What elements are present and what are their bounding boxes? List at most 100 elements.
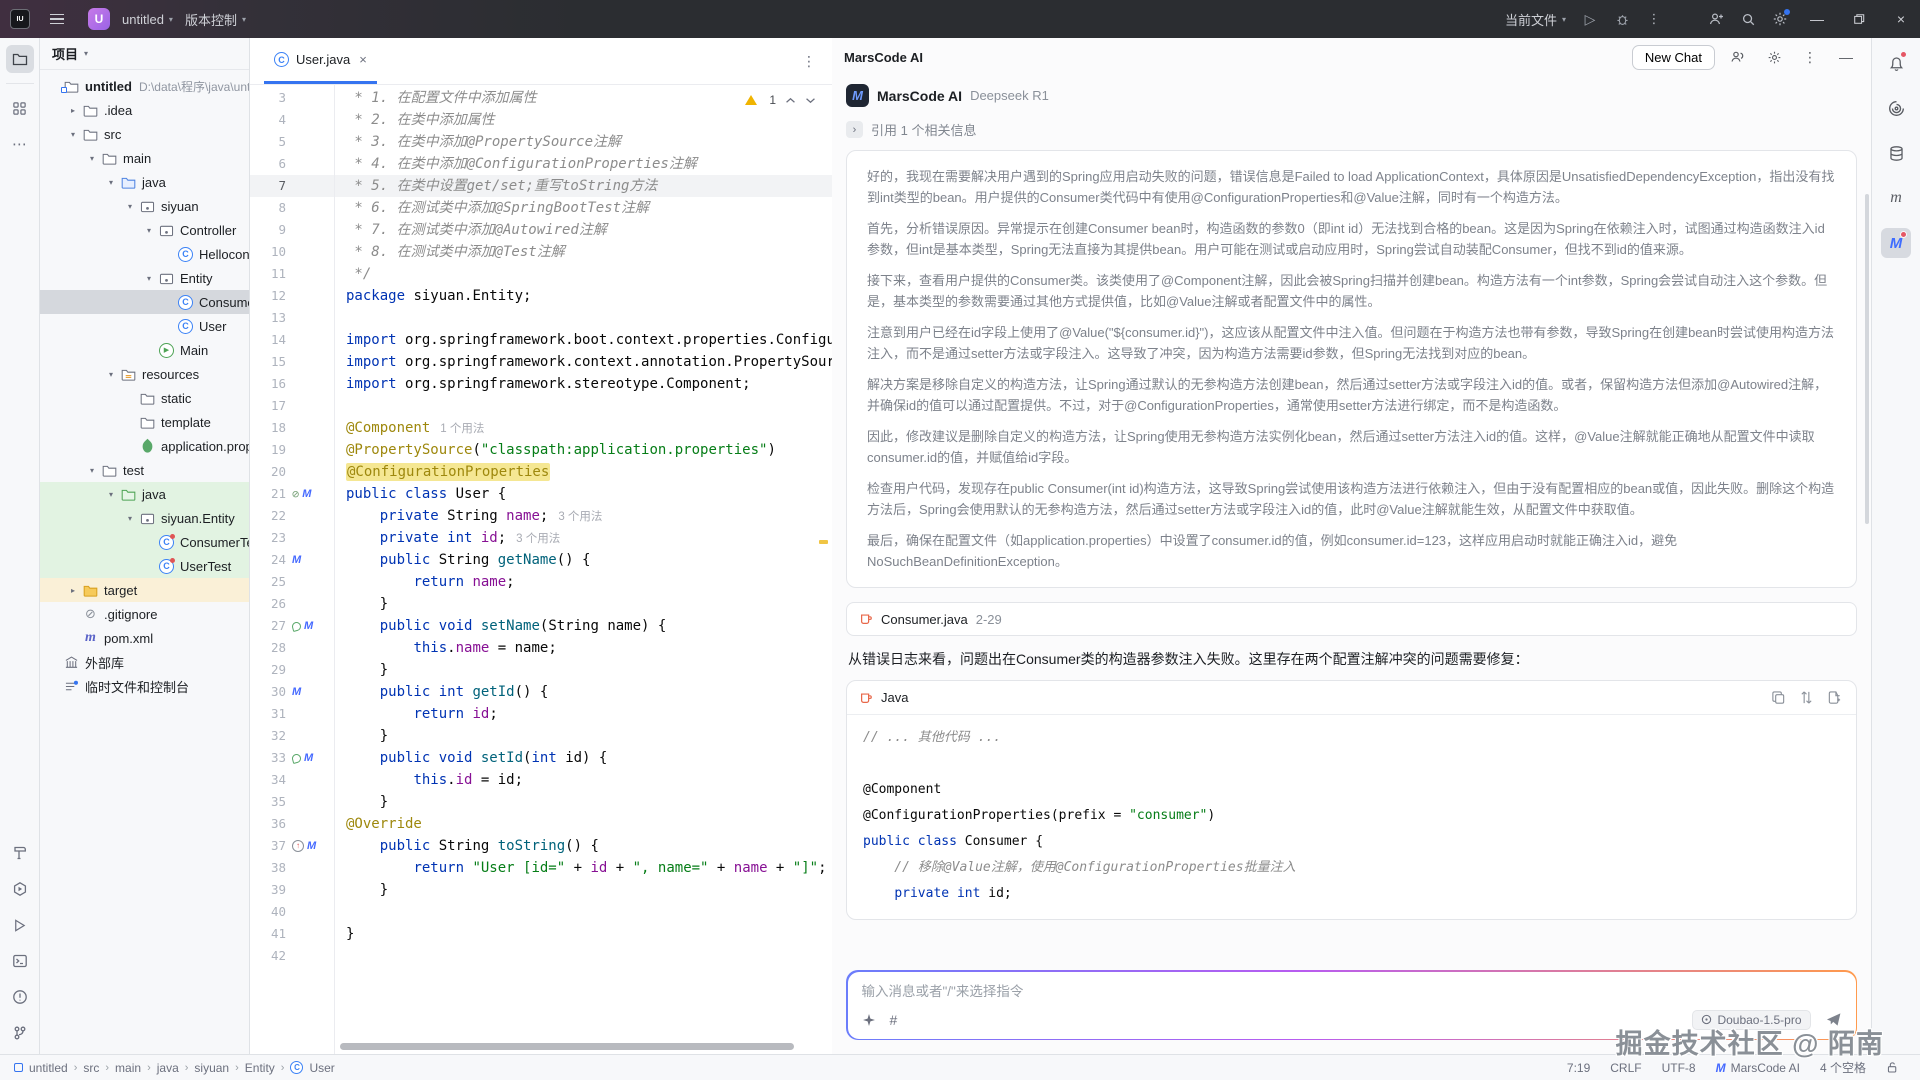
debug-button[interactable] (1608, 5, 1636, 33)
vcs-tool-icon[interactable] (6, 1019, 34, 1047)
file-encoding[interactable]: UTF-8 (1655, 1061, 1703, 1075)
search-icon[interactable] (1734, 5, 1762, 33)
maven-tool-icon[interactable]: m (1881, 183, 1911, 213)
marscode-gutter-icon[interactable]: M (307, 835, 316, 857)
tree-item-consumer-test[interactable]: CConsumerTest (40, 530, 249, 554)
tree-chevron-icon[interactable]: ▾ (103, 370, 119, 379)
tree-item-hellocontroller[interactable]: CHellocontroller (40, 242, 249, 266)
chat-history-icon[interactable] (1725, 44, 1751, 70)
tree-item-main[interactable]: ▾main (40, 146, 249, 170)
settings-gear-icon[interactable] (1766, 5, 1794, 33)
code-line[interactable]: 7 * 5. 在类中设置get/set;重写toString方法 (250, 175, 832, 197)
reference-toggle[interactable]: › 引用 1 个相关信息 (846, 120, 1857, 139)
code-editor[interactable]: 3 * 1. 在配置文件中添加属性4 * 2. 在类中添加属性5 * 3. 在类… (250, 85, 832, 1054)
structure-tool-icon[interactable] (6, 94, 34, 122)
tree-item-pom-xml[interactable]: mpom.xml (40, 626, 249, 650)
spring-bean-icon[interactable] (291, 752, 302, 763)
tree-chevron-icon[interactable]: ▾ (141, 274, 157, 283)
code-line[interactable]: 13 (250, 307, 832, 329)
tree-chevron-icon[interactable]: ▸ (65, 106, 81, 115)
tree-item-main-class[interactable]: ▶Main (40, 338, 249, 362)
tab-user-java[interactable]: C User.java × (264, 38, 377, 84)
project-widget[interactable]: U untitled ▾ (82, 4, 179, 34)
spring-bean-icon[interactable] (291, 620, 302, 631)
services-tool-icon[interactable] (6, 875, 34, 903)
file-reference-chip[interactable]: Consumer.java 2-29 (846, 602, 1857, 636)
code-line[interactable]: 38 return "User [id=" + id + ", name=" +… (250, 857, 832, 879)
run-config-selector[interactable]: 当前文件 ▾ (1499, 6, 1572, 33)
run-tool-icon[interactable] (6, 911, 34, 939)
tree-item-siyuan[interactable]: ▾siyuan (40, 194, 249, 218)
code-line[interactable]: 35 } (250, 791, 832, 813)
tree-chevron-icon[interactable]: ▾ (65, 130, 81, 139)
main-menu-button[interactable] (44, 6, 70, 32)
tree-item-template[interactable]: template (40, 410, 249, 434)
tree-item-user-test[interactable]: CUserTest (40, 554, 249, 578)
breadcrumb-item[interactable]: CUser (290, 1061, 334, 1075)
marscode-gutter-icon[interactable]: M (304, 615, 313, 637)
code-line[interactable]: 6 * 4. 在类中添加@ConfigurationProperties注解 (250, 153, 832, 175)
tree-item-target[interactable]: ▸target (40, 578, 249, 602)
breadcrumb-item[interactable]: java (157, 1061, 179, 1075)
code-with-me-button[interactable] (1702, 5, 1730, 33)
tree-item-external-libraries[interactable]: 外部库 (40, 650, 249, 674)
tree-item-controller[interactable]: ▾Controller (40, 218, 249, 242)
breadcrumb-item[interactable]: siyuan (194, 1061, 229, 1075)
code-block-body[interactable]: // ... 其他代码 ...@Component@ConfigurationP… (847, 715, 1856, 919)
code-line[interactable]: 36@Override (250, 813, 832, 835)
no-bean-icon[interactable]: ⊘ (292, 483, 299, 505)
tree-chevron-icon[interactable]: ▾ (122, 514, 138, 523)
tree-item-siyuan-entity[interactable]: ▾siyuan.Entity (40, 506, 249, 530)
more-tools-icon[interactable]: ⋯ (6, 130, 34, 158)
breadcrumb-item[interactable]: main (115, 1061, 141, 1075)
code-line[interactable]: 4 * 2. 在类中添加属性 (250, 109, 832, 131)
code-line[interactable]: 18@Component1 个用法 (250, 417, 832, 439)
ai-assistant-icon[interactable] (1881, 93, 1911, 123)
lock-icon[interactable] (1879, 1061, 1906, 1074)
tree-chevron-icon[interactable]: ▾ (103, 490, 119, 499)
prev-problem-button[interactable] (785, 97, 796, 104)
tree-item-user[interactable]: CUser (40, 314, 249, 338)
tree-chevron-icon[interactable]: ▾ (141, 226, 157, 235)
code-line[interactable]: 5 * 3. 在类中添加@PropertySource注解 (250, 131, 832, 153)
code-line[interactable]: 29 } (250, 659, 832, 681)
code-line[interactable]: 28 this.name = name; (250, 637, 832, 659)
code-line[interactable]: 14import org.springframework.boot.contex… (250, 329, 832, 351)
chat-more-icon[interactable]: ⋮ (1797, 44, 1823, 70)
marscode-gutter-icon[interactable]: M (292, 681, 301, 703)
code-line[interactable]: 22 private String name;3 个用法 (250, 505, 832, 527)
code-line[interactable]: 31 return id; (250, 703, 832, 725)
code-line[interactable]: 42 (250, 945, 832, 967)
vcs-widget[interactable]: 版本控制 ▾ (179, 6, 252, 33)
build-tool-icon[interactable] (6, 839, 34, 867)
run-button[interactable]: ▷ (1576, 5, 1604, 33)
code-line[interactable]: 17 (250, 395, 832, 417)
chat-scrollbar[interactable] (1865, 194, 1869, 524)
skills-icon[interactable] (862, 1013, 876, 1027)
window-minimize-button[interactable]: — (1798, 0, 1836, 38)
tree-item-untitled-root[interactable]: untitledD:\data\程序\java\untitled (40, 74, 249, 98)
code-line[interactable]: 40 (250, 901, 832, 923)
code-line[interactable]: 11 */ (250, 263, 832, 285)
tree-item-static[interactable]: static (40, 386, 249, 410)
tree-item-entity[interactable]: ▾Entity (40, 266, 249, 290)
code-line[interactable]: 30M public int getId() { (250, 681, 832, 703)
next-problem-button[interactable] (805, 97, 816, 104)
code-line[interactable]: 34 this.id = id; (250, 769, 832, 791)
code-line[interactable]: 15import org.springframework.context.ann… (250, 351, 832, 373)
tab-close-icon[interactable]: × (359, 52, 367, 67)
code-line[interactable]: 23 private int id;3 个用法 (250, 527, 832, 549)
more-actions-button[interactable]: ⋮ (1640, 5, 1668, 33)
code-line[interactable]: 16import org.springframework.stereotype.… (250, 373, 832, 395)
tree-item-gitignore[interactable]: ⊘.gitignore (40, 602, 249, 626)
code-line[interactable]: 8 * 6. 在测试类中添加@SpringBootTest注解 (250, 197, 832, 219)
tree-item-consumer[interactable]: CConsumer (40, 290, 249, 314)
chat-messages[interactable]: M MarsCode AI Deepseek R1 › 引用 1 个相关信息 好… (832, 76, 1871, 962)
window-restore-button[interactable] (1840, 0, 1878, 38)
project-tool-icon[interactable] (6, 45, 34, 73)
breadcrumb-item[interactable]: untitled (14, 1061, 68, 1075)
project-panel-header[interactable]: 项目 ▾ (40, 38, 249, 70)
tab-options-icon[interactable]: ⋮ (796, 48, 822, 74)
tree-chevron-icon[interactable]: ▸ (65, 586, 81, 595)
code-line[interactable]: 21⊘Mpublic class User { (250, 483, 832, 505)
